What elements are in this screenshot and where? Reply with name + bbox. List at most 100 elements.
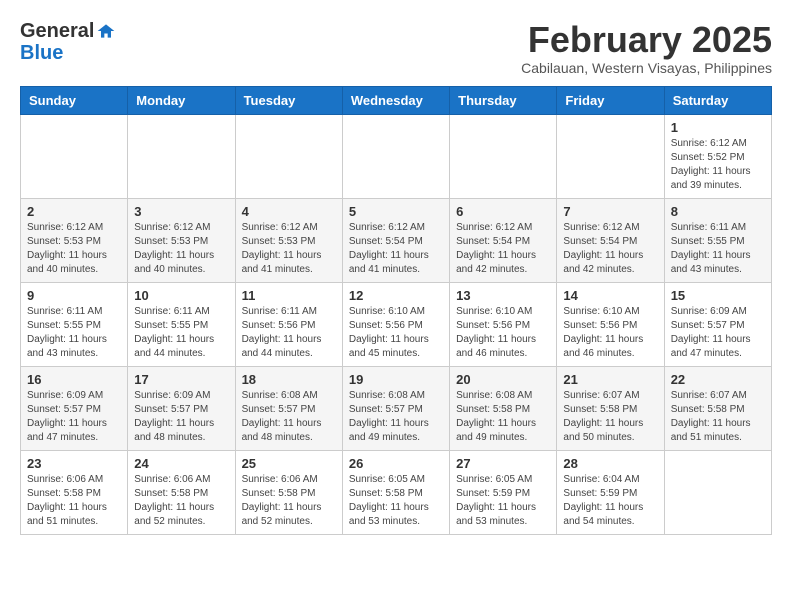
calendar-cell	[21, 114, 128, 198]
calendar-cell: 3 Sunrise: 6:12 AMSunset: 5:53 PMDaylight…	[128, 198, 235, 282]
calendar-cell: 27Sunrise: 6:05 AMSunset: 5:59 PMDayligh…	[450, 450, 557, 534]
day-info: Sunrise: 6:06 AMSunset: 5:58 PMDaylight:…	[134, 473, 228, 529]
day-number: 17	[134, 372, 228, 387]
day-info: Sunrise: 6:12 AMSunset: 5:54 PMDaylight:…	[563, 221, 657, 277]
calendar-cell: 20 Sunrise: 6:08 AMSunset: 5:58 PMDayligh…	[450, 366, 557, 450]
day-info: Sunrise: 6:07 AMSunset: 5:58 PMDaylight:…	[563, 389, 657, 445]
day-number: 11	[242, 288, 336, 303]
day-number: 12	[349, 288, 443, 303]
day-info: Sunrise: 6:06 AMSunset: 5:58 PMDaylight:…	[27, 473, 121, 529]
day-number: 1	[671, 120, 765, 135]
calendar-cell: 28 Sunrise: 6:04 AMSunset: 5:59 PMDayligh…	[557, 450, 664, 534]
month-title: February 2025	[521, 20, 772, 60]
logo: General Blue	[20, 20, 116, 64]
day-info: Sunrise: 6:12 AMSunset: 5:53 PMDaylight:…	[134, 221, 228, 277]
page-header: General Blue February 2025 Cabilauan, We…	[20, 20, 772, 76]
calendar-cell: 2 Sunrise: 6:12 AMSunset: 5:53 PMDaylight…	[21, 198, 128, 282]
calendar-cell: 8 Sunrise: 6:11 AMSunset: 5:55 PMDaylight…	[664, 198, 771, 282]
weekday-header-monday: Monday	[128, 86, 235, 114]
calendar-cell	[342, 114, 449, 198]
day-info: Sunrise: 6:05 AMSunset: 5:59 PMDaylight:…	[456, 473, 550, 529]
day-number: 16	[27, 372, 121, 387]
calendar-week-row: 1 Sunrise: 6:12 AMSunset: 5:52 PMDaylight…	[21, 114, 772, 198]
calendar-cell: 5 Sunrise: 6:12 AMSunset: 5:54 PMDaylight…	[342, 198, 449, 282]
day-info: Sunrise: 6:12 AMSunset: 5:52 PMDaylight:…	[671, 137, 765, 193]
day-number: 26	[349, 456, 443, 471]
calendar-cell	[128, 114, 235, 198]
day-number: 8	[671, 204, 765, 219]
day-number: 5	[349, 204, 443, 219]
day-info: Sunrise: 6:10 AMSunset: 5:56 PMDaylight:…	[349, 305, 443, 361]
day-number: 2	[27, 204, 121, 219]
calendar-cell: 18Sunrise: 6:08 AMSunset: 5:57 PMDayligh…	[235, 366, 342, 450]
calendar-cell: 17 Sunrise: 6:09 AMSunset: 5:57 PMDayligh…	[128, 366, 235, 450]
day-number: 23	[27, 456, 121, 471]
calendar-cell: 13 Sunrise: 6:10 AMSunset: 5:56 PMDayligh…	[450, 282, 557, 366]
day-info: Sunrise: 6:12 AMSunset: 5:54 PMDaylight:…	[349, 221, 443, 277]
day-number: 15	[671, 288, 765, 303]
calendar-cell: 25 Sunrise: 6:06 AMSunset: 5:58 PMDayligh…	[235, 450, 342, 534]
day-number: 13	[456, 288, 550, 303]
day-number: 22	[671, 372, 765, 387]
day-info: Sunrise: 6:12 AMSunset: 5:54 PMDaylight:…	[456, 221, 550, 277]
calendar-cell	[664, 450, 771, 534]
day-number: 24	[134, 456, 228, 471]
calendar-cell: 11 Sunrise: 6:11 AMSunset: 5:56 PMDayligh…	[235, 282, 342, 366]
weekday-header-thursday: Thursday	[450, 86, 557, 114]
calendar-cell: 15 Sunrise: 6:09 AMSunset: 5:57 PMDayligh…	[664, 282, 771, 366]
calendar-week-row: 9Sunrise: 6:11 AMSunset: 5:55 PMDaylight…	[21, 282, 772, 366]
calendar-cell: 21 Sunrise: 6:07 AMSunset: 5:58 PMDayligh…	[557, 366, 664, 450]
day-number: 14	[563, 288, 657, 303]
weekday-header-wednesday: Wednesday	[342, 86, 449, 114]
day-info: Sunrise: 6:08 AMSunset: 5:57 PMDaylight:…	[349, 389, 443, 445]
day-info: Sunrise: 6:05 AMSunset: 5:58 PMDaylight:…	[349, 473, 443, 529]
day-number: 19	[349, 372, 443, 387]
calendar-week-row: 23 Sunrise: 6:06 AMSunset: 5:58 PMDayligh…	[21, 450, 772, 534]
day-info: Sunrise: 6:08 AMSunset: 5:58 PMDaylight:…	[456, 389, 550, 445]
calendar-week-row: 2 Sunrise: 6:12 AMSunset: 5:53 PMDaylight…	[21, 198, 772, 282]
day-info: Sunrise: 6:06 AMSunset: 5:58 PMDaylight:…	[242, 473, 336, 529]
calendar-cell	[450, 114, 557, 198]
calendar-week-row: 16 Sunrise: 6:09 AMSunset: 5:57 PMDayligh…	[21, 366, 772, 450]
calendar-table: SundayMondayTuesdayWednesdayThursdayFrid…	[20, 86, 772, 535]
calendar-cell: 12 Sunrise: 6:10 AMSunset: 5:56 PMDayligh…	[342, 282, 449, 366]
day-number: 28	[563, 456, 657, 471]
day-info: Sunrise: 6:12 AMSunset: 5:53 PMDaylight:…	[242, 221, 336, 277]
weekday-header-tuesday: Tuesday	[235, 86, 342, 114]
day-number: 21	[563, 372, 657, 387]
calendar-cell: 14 Sunrise: 6:10 AMSunset: 5:56 PMDayligh…	[557, 282, 664, 366]
day-info: Sunrise: 6:10 AMSunset: 5:56 PMDaylight:…	[456, 305, 550, 361]
day-number: 20	[456, 372, 550, 387]
weekday-header-friday: Friday	[557, 86, 664, 114]
day-number: 25	[242, 456, 336, 471]
day-info: Sunrise: 6:12 AMSunset: 5:53 PMDaylight:…	[27, 221, 121, 277]
calendar-cell: 19 Sunrise: 6:08 AMSunset: 5:57 PMDayligh…	[342, 366, 449, 450]
calendar-cell: 23 Sunrise: 6:06 AMSunset: 5:58 PMDayligh…	[21, 450, 128, 534]
day-number: 4	[242, 204, 336, 219]
calendar-cell	[557, 114, 664, 198]
day-number: 7	[563, 204, 657, 219]
day-number: 3	[134, 204, 228, 219]
calendar-header-row: SundayMondayTuesdayWednesdayThursdayFrid…	[21, 86, 772, 114]
day-info: Sunrise: 6:09 AMSunset: 5:57 PMDaylight:…	[671, 305, 765, 361]
day-info: Sunrise: 6:09 AMSunset: 5:57 PMDaylight:…	[134, 389, 228, 445]
calendar-cell: 16Sunrise: 6:09 AMSunset: 5:57 PMDayligh…	[21, 366, 128, 450]
calendar-cell: 26 Sunrise: 6:05 AMSunset: 5:58 PMDayligh…	[342, 450, 449, 534]
day-info: Sunrise: 6:11 AMSunset: 5:56 PMDaylight:…	[242, 305, 336, 361]
calendar-cell: 24 Sunrise: 6:06 AMSunset: 5:58 PMDayligh…	[128, 450, 235, 534]
logo-text-blue: Blue	[20, 42, 63, 64]
day-info: Sunrise: 6:11 AMSunset: 5:55 PMDaylight:…	[671, 221, 765, 277]
calendar-cell: 6Sunrise: 6:12 AMSunset: 5:54 PMDaylight…	[450, 198, 557, 282]
calendar-cell: 10Sunrise: 6:11 AMSunset: 5:55 PMDayligh…	[128, 282, 235, 366]
calendar-cell: 1 Sunrise: 6:12 AMSunset: 5:52 PMDaylight…	[664, 114, 771, 198]
logo-text-general: General	[20, 20, 94, 42]
day-info: Sunrise: 6:04 AMSunset: 5:59 PMDaylight:…	[563, 473, 657, 529]
day-info: Sunrise: 6:08 AMSunset: 5:57 PMDaylight:…	[242, 389, 336, 445]
calendar-cell: 9Sunrise: 6:11 AMSunset: 5:55 PMDaylight…	[21, 282, 128, 366]
calendar-cell: 22 Sunrise: 6:07 AMSunset: 5:58 PMDayligh…	[664, 366, 771, 450]
day-info: Sunrise: 6:10 AMSunset: 5:56 PMDaylight:…	[563, 305, 657, 361]
day-number: 10	[134, 288, 228, 303]
day-info: Sunrise: 6:07 AMSunset: 5:58 PMDaylight:…	[671, 389, 765, 445]
logo-icon	[96, 21, 116, 41]
weekday-header-saturday: Saturday	[664, 86, 771, 114]
